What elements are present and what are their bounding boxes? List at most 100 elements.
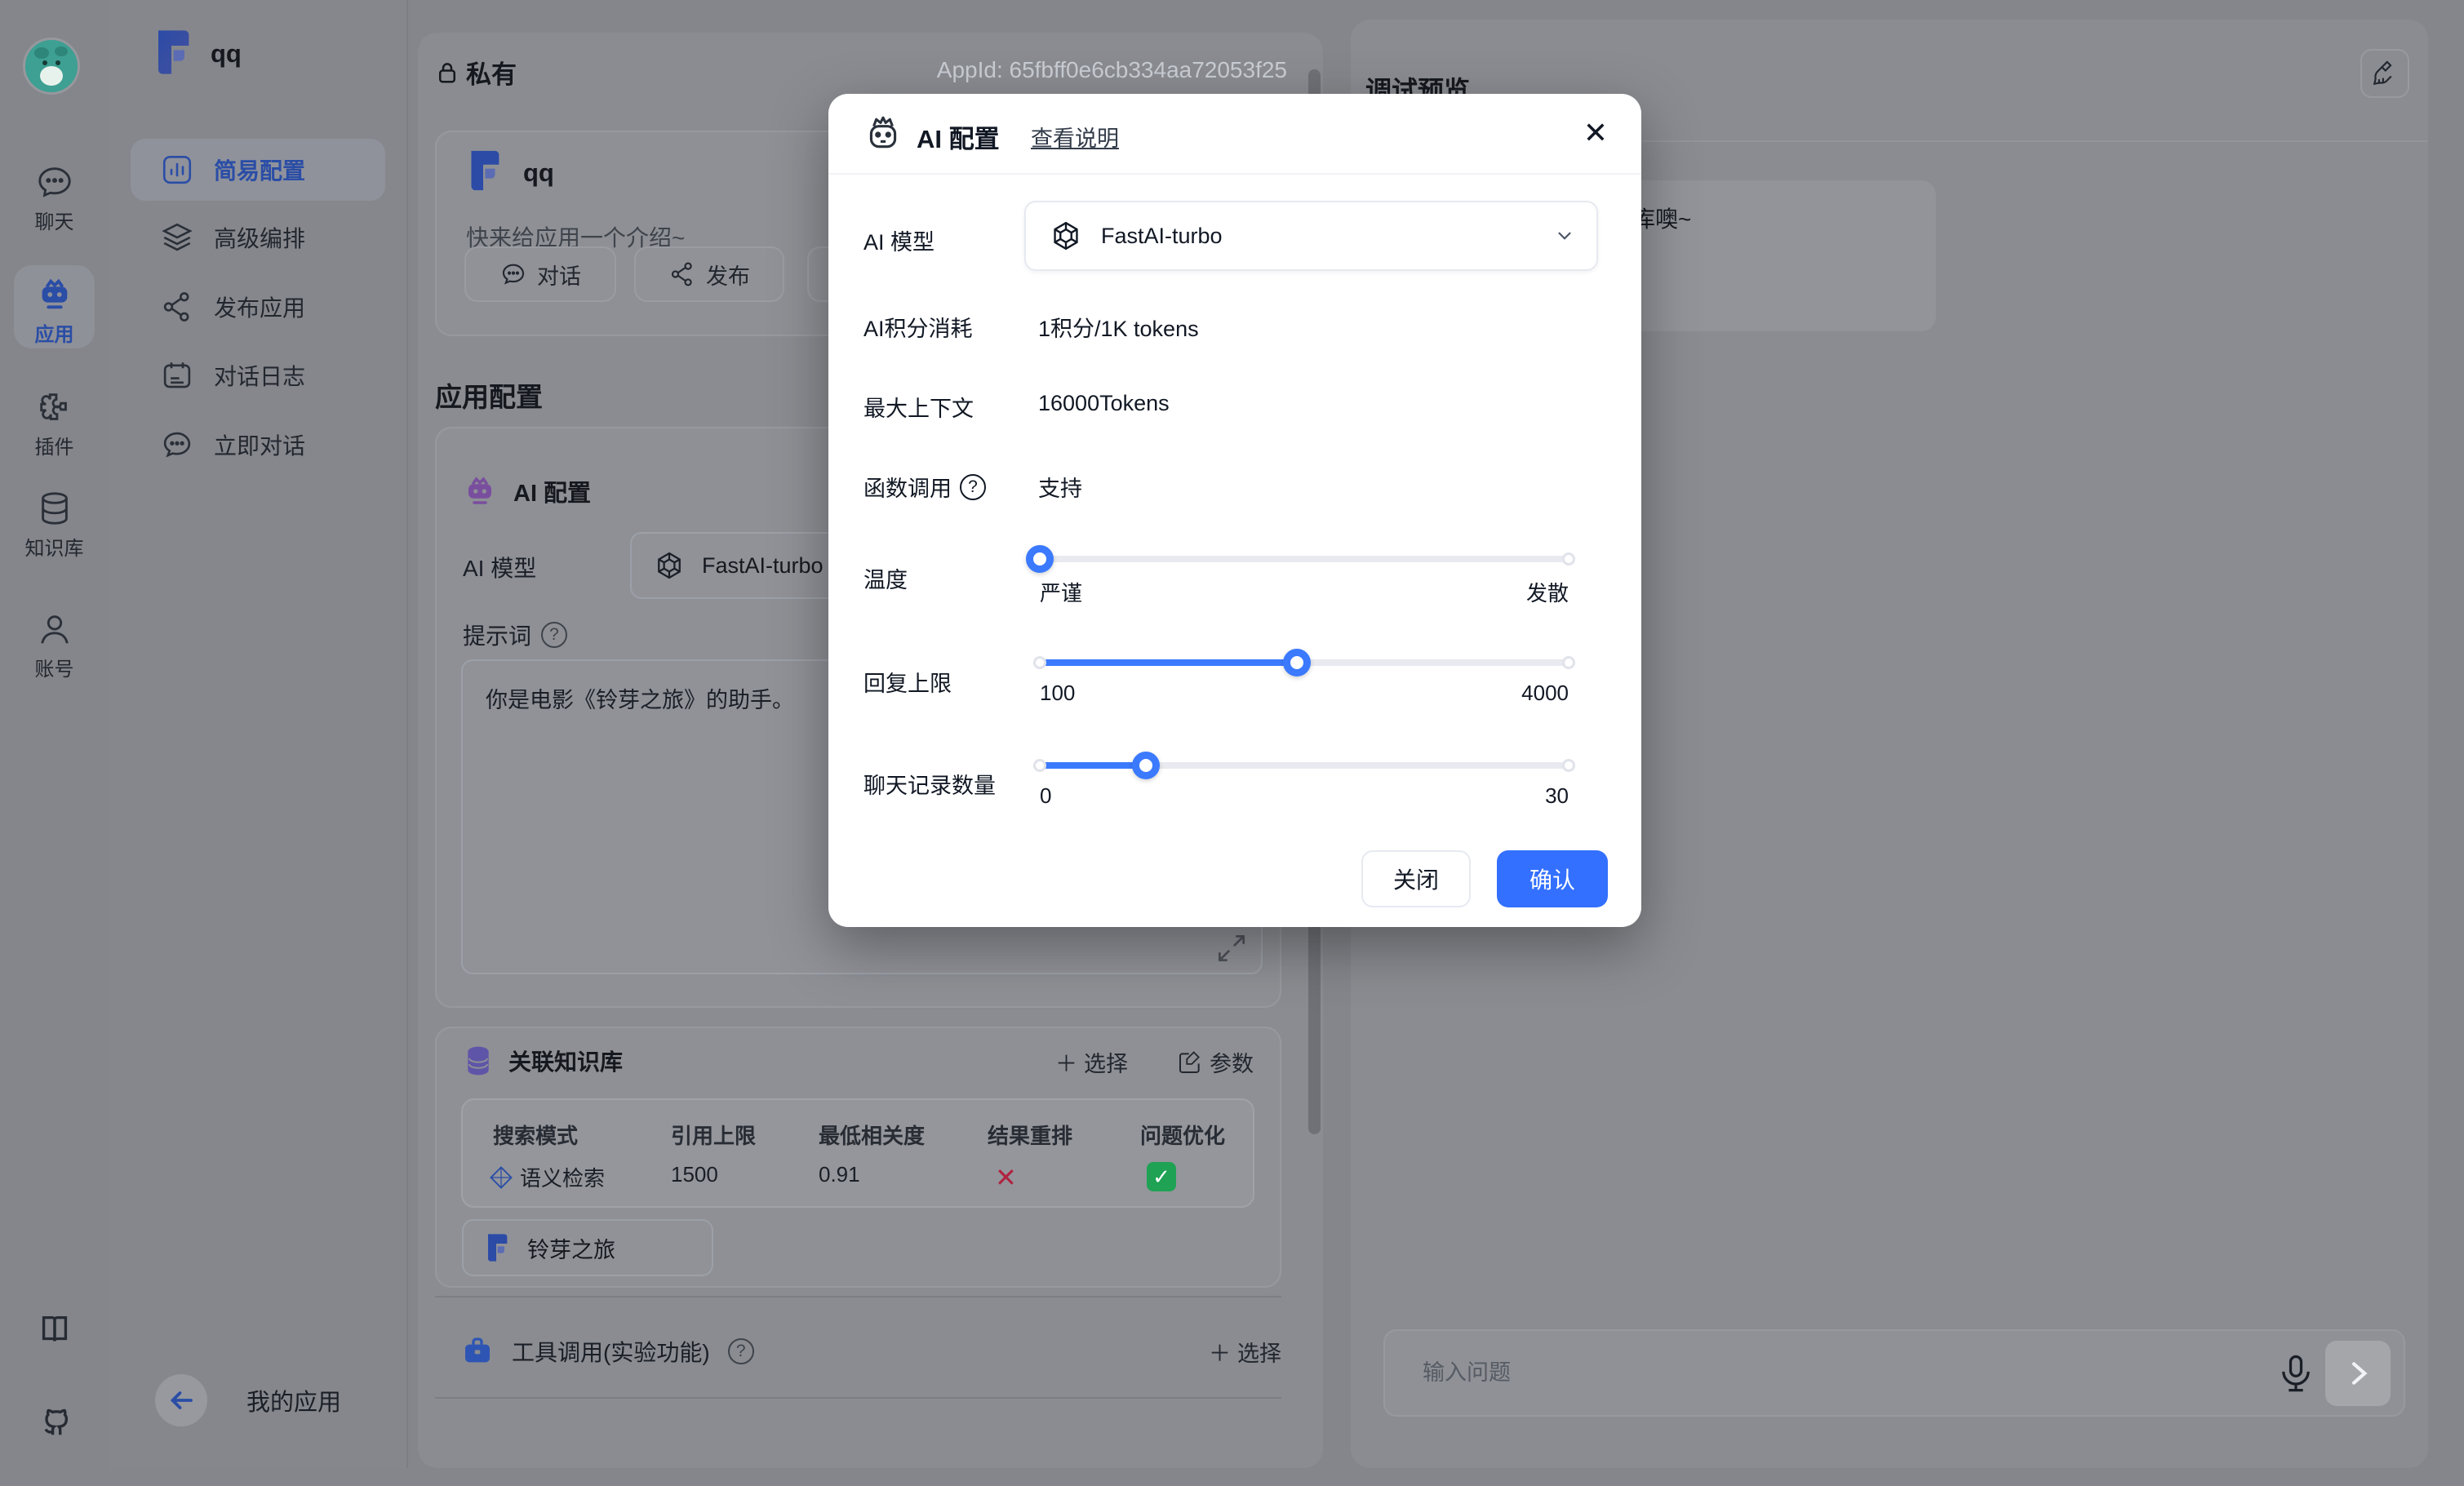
help-icon[interactable]: ? [960,473,986,500]
slider-handle[interactable] [1282,649,1311,676]
rail-item-label: 插件 [34,437,74,459]
temperature-slider[interactable] [1026,545,1575,573]
kb-col-header: 引用上限 [671,1124,757,1148]
clear-chat-button[interactable] [2360,49,2409,98]
sidebar-item-simple-config[interactable]: 简易配置 [131,139,385,201]
divider [828,173,1641,175]
slider-label: 回复上限 [864,672,952,696]
chevron-down-icon [1558,232,1571,240]
rail-item-plugins[interactable]: 插件 [0,388,109,459]
confirm-button[interactable]: 确认 [1497,850,1608,907]
rail-item-github[interactable] [0,1402,109,1444]
ai-config-header: AI 配置 [463,474,591,508]
edit-icon [1179,1050,1200,1073]
slider-handle[interactable] [1026,545,1054,573]
lock-icon [439,62,455,82]
rail-item-docs[interactable] [0,1311,109,1353]
info-row-label: AI积分消耗 [864,317,973,341]
rail-item-label: 聊天 [34,211,74,233]
kb-quote-limit: 1500 [671,1162,718,1187]
app-name: qq [523,158,554,187]
close-button[interactable]: 关闭 [1361,850,1471,907]
slider-fill [1040,762,1146,769]
chat-history-slider[interactable] [1033,752,1575,779]
kb-search-mode: 语义检索 [489,1162,605,1192]
plus-icon: ＋ [1055,1052,1077,1076]
rail-item-chat[interactable]: 聊天 [0,163,109,234]
tools-label: 工具调用(实验功能) [512,1340,710,1365]
github-icon [44,1408,68,1435]
kb-header: 关联知识库 [463,1045,623,1077]
modal-header: AI 配置 查看说明 ✕ [828,94,1641,173]
tools-select-button[interactable]: ＋ 选择 [1209,1336,1281,1368]
kb-rerank-off: ✕ [995,1162,1017,1193]
openai-icon [658,552,681,579]
slider-fill [1040,659,1297,666]
microphone-icon[interactable] [2275,1352,2317,1395]
sidebar-item-chat-now[interactable]: 立即对话 [131,414,385,476]
toolbox-icon [465,1337,490,1363]
cross-icon: ✕ [995,1163,1017,1192]
slider-endpoint [1562,552,1575,566]
modal-title: AI 配置 [917,125,1000,153]
back-to-my-apps[interactable]: 我的应用 [155,1374,341,1426]
robot-icon [42,278,67,309]
variables-row: {x} 全局变量 ? ＋ 新增 [461,1462,1281,1468]
chat-input-box [1383,1329,2405,1417]
modal-model-value: FastAI-turbo [1101,223,1223,248]
chat-bubble-icon [502,264,525,285]
kb-select-button[interactable]: ＋ 选择 [1055,1046,1128,1078]
sidebar-item-advanced-flow[interactable]: 高级编排 [131,206,385,268]
sidebar-item-publish[interactable]: 发布应用 [131,276,385,338]
app-logo [471,150,499,191]
modal-model-select[interactable]: FastAI-turbo [1024,201,1598,271]
send-button[interactable] [2325,1341,2391,1406]
slider-label: 聊天记录数量 [864,774,996,798]
sidebar-item-label: 高级编排 [214,226,306,251]
rail-item-label: 账号 [34,659,74,681]
slider-endpoint [1033,759,1046,772]
slider-max-label: 30 [1545,783,1569,808]
section-title: 应用配置 [435,382,543,412]
slider-max-label: 4000 [1521,681,1569,705]
divider [435,1397,1281,1399]
max-reply-slider[interactable] [1033,649,1575,676]
chat-bubble-icon [38,167,71,197]
dataset-logo [488,1234,508,1262]
user-avatar[interactable] [23,38,80,95]
database-icon [41,492,68,525]
kb-query-opt-on: ✓ [1147,1162,1176,1191]
puzzle-icon [39,393,67,420]
visibility-badge: 私有 [435,54,517,91]
expand-icon[interactable] [1214,930,1250,966]
publish-button-label: 发布 [706,264,750,289]
publish-button[interactable]: 发布 [634,246,784,302]
help-icon[interactable]: ? [541,622,568,648]
kb-params-button[interactable]: 参数 [1177,1046,1254,1078]
close-icon[interactable]: ✕ [1574,112,1617,154]
rail-item-account[interactable]: 账号 [0,610,109,681]
modal-model-label: AI 模型 [864,230,935,255]
chat-input[interactable] [1423,1331,2198,1415]
kb-dataset-tag[interactable]: 铃芽之旅 [462,1219,713,1276]
info-row-label: 最大上下文 [864,397,974,421]
kb-min-relevance: 0.91 [819,1162,860,1187]
arrow-left-icon [170,1391,193,1409]
chat-button[interactable]: 对话 [464,246,616,302]
slider-handle[interactable] [1131,752,1160,779]
avatar-creature-icon [25,40,78,92]
rail-item-knowledge[interactable]: 知识库 [0,490,109,561]
sidebar-item-label: 对话日志 [214,364,306,389]
share-icon [163,292,189,322]
sidebar-item-label: 发布应用 [214,295,306,321]
slider-endpoint [1033,656,1046,669]
calendar-log-icon [163,362,191,388]
sidebar-item-label: 简易配置 [214,158,306,184]
sidebar-item-chat-logs[interactable]: 对话日志 [131,344,385,406]
chat-bubble-icon [163,432,191,458]
doc-link[interactable]: 查看说明 [1031,121,1119,153]
app-id: AppId: 65fbff0e6cb334aa72053f25 [936,57,1287,82]
sidebar-item-label: 立即对话 [214,433,306,459]
rail-item-apps[interactable]: 应用 [0,276,109,347]
help-icon[interactable]: ? [727,1338,754,1364]
